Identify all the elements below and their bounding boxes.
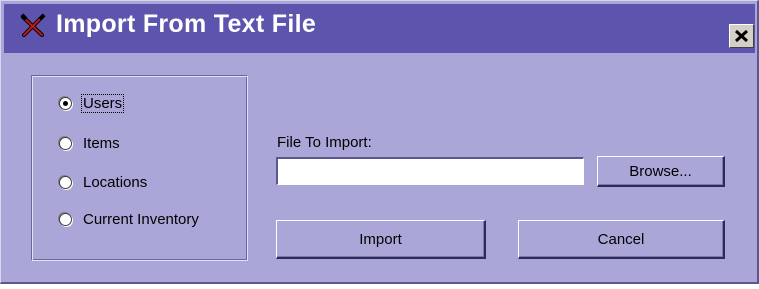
browse-button[interactable]: Browse... [597, 156, 725, 187]
radio-button-items[interactable] [59, 136, 72, 150]
crossed-tools-icon [20, 13, 46, 39]
radio-label-users: Users [80, 93, 125, 113]
radio-locations[interactable]: Locations [59, 171, 148, 193]
file-to-import-label: File To Import: [277, 134, 372, 151]
import-dialog: Import From Text File Users Items Locati… [0, 0, 759, 284]
close-button[interactable] [729, 24, 754, 48]
cancel-button[interactable]: Cancel [518, 220, 725, 259]
radio-label-locations: Locations [83, 173, 148, 191]
radio-button-users[interactable] [59, 96, 72, 110]
window-title: Import From Text File [56, 10, 317, 38]
radio-items[interactable]: Items [59, 132, 121, 154]
radio-label-current-inventory: Current Inventory [83, 210, 199, 228]
radio-users[interactable]: Users [59, 92, 125, 114]
radio-label-items: Items [83, 134, 120, 152]
title-bar: Import From Text File [4, 4, 755, 53]
import-button[interactable]: Import [276, 220, 486, 259]
radio-button-current-inventory[interactable] [59, 212, 72, 226]
file-path-input[interactable] [276, 157, 584, 185]
radio-button-locations[interactable] [59, 175, 72, 189]
import-type-group: Users Items Locations Current Inventory [31, 75, 248, 261]
radio-current-inventory[interactable]: Current Inventory [59, 208, 200, 230]
